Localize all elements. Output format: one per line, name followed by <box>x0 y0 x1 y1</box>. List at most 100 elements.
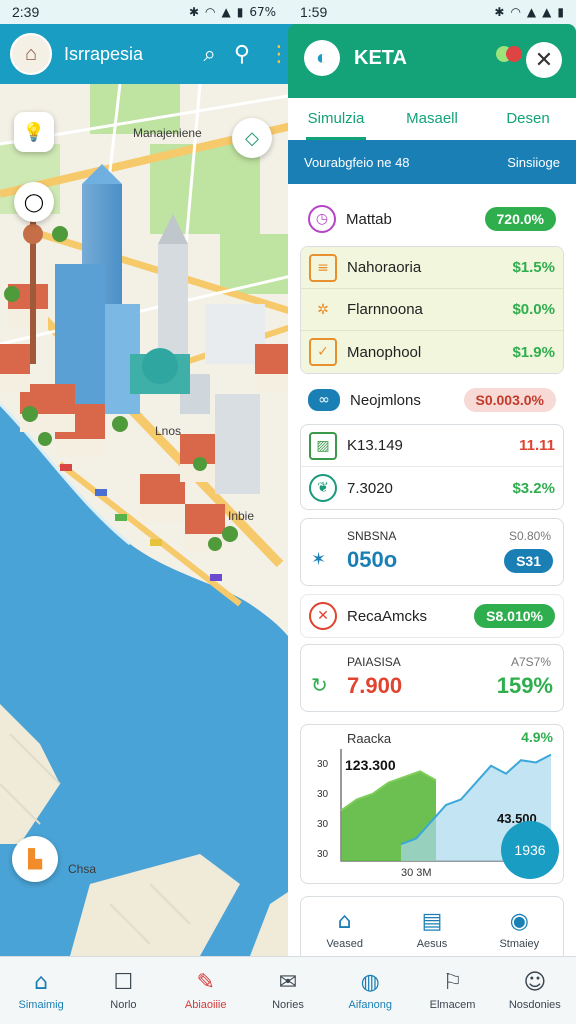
ticket-icon[interactable]: ◇ <box>232 118 272 158</box>
status-bar-right: 1:59 ✱ ◠ ▲ ▲ ▮ <box>288 0 576 24</box>
tab-desen[interactable]: Desen <box>480 98 576 140</box>
building-logo-icon[interactable]: ⌂ <box>10 33 52 75</box>
mini-nav-item[interactable]: ▤ Aesus <box>388 897 475 961</box>
nav-item-home[interactable]: ⌂ Simaimig <box>0 957 82 1024</box>
stats-group: ≡ Nahoraoria $1.5% ✲ Flarnnoona $0.0% ✓ … <box>300 246 564 374</box>
map-label-street: Lnos <box>155 424 182 438</box>
link-icon: ∞ <box>308 389 340 411</box>
status-badge: 720.0% <box>484 207 556 231</box>
nav-item-globe[interactable]: ◍ Aifanong <box>329 957 411 1024</box>
bluetooth-icon: ✱ <box>188 5 199 19</box>
battery-icon: ▮ <box>236 5 244 19</box>
panel-subbar[interactable]: Vourabgfeio ne 48 Sinsiioge <box>288 140 576 184</box>
refresh-icon: ↻ <box>311 673 328 697</box>
card-value: 050o <box>347 547 398 572</box>
card-value: 7.900 <box>347 673 403 698</box>
leaf-icon: ❦ <box>309 474 337 502</box>
y-tick-label: 30 <box>317 819 329 830</box>
row-label: Neojmlons <box>350 391 421 409</box>
tab-masaell[interactable]: Masaell <box>384 98 480 140</box>
row-value: $3.2% <box>512 479 555 497</box>
nav-item-pin[interactable]: ✎ Abiaoiiie <box>165 957 247 1024</box>
clock-icon: ◷ <box>308 205 336 233</box>
row-label: Nahoraoria <box>347 259 422 276</box>
status-bar-left: 2:39 ✱ ◠ ▲ ▮ 67% <box>0 0 288 24</box>
card-title: PAIASISA <box>347 655 401 669</box>
brand-logo-icon: ◐ <box>304 40 340 76</box>
list-icon: ≡ <box>309 253 337 282</box>
mini-nav: ⌂ Veased ▤ Aesus ◉ Stmaiey <box>300 896 564 962</box>
status-time-right: 1:59 <box>300 4 328 20</box>
gear-icon: ✲ <box>317 301 329 318</box>
nav-item-inbox[interactable]: ☐ Norlo <box>82 957 164 1024</box>
city-map[interactable]: Manajeniene Lnos Inbie Chsa 💡 ◯ ◇ ▙ <box>0 84 300 956</box>
brand-name: KETA <box>354 46 407 69</box>
battery-icon: ▮ <box>557 5 564 19</box>
nav-item-mail[interactable]: ✉ Nories <box>247 957 329 1024</box>
close-circle-icon: ✕ <box>309 602 337 630</box>
row-label: K13.149 <box>347 437 403 454</box>
subbar-right: Sinsiioge <box>507 154 560 170</box>
card-badge: S31 <box>504 549 553 573</box>
location-search-icon[interactable]: ⚲ <box>234 42 250 67</box>
signal-icon: ▲ <box>542 5 552 19</box>
more-icon[interactable]: ⋮ <box>268 42 290 67</box>
list-item[interactable]: ❦ 7.3020 $3.2% <box>301 467 563 509</box>
list-item[interactable]: ✓ Manophool $1.9% <box>301 331 563 373</box>
map-label-district: Manajeniene <box>133 126 202 140</box>
runner-icon: ⚐ <box>442 970 463 995</box>
list-item[interactable]: ≡ Nahoraoria $1.5% <box>301 247 563 289</box>
mail-icon: ✉ <box>278 970 298 995</box>
chart-card: Raacka 4.9% 30 30 30 30 123.300 43.500 30 3… <box>300 724 564 884</box>
panel-tabs: Simulzia Masaell Desen <box>288 98 576 140</box>
row-value: $1.9% <box>512 343 555 361</box>
row-label: Flarnnoona <box>347 301 423 318</box>
search-icon[interactable]: ⌕ <box>204 42 216 67</box>
list-item[interactable]: ✕ RecaAmcks S8.010% <box>300 594 564 638</box>
pin-icon: ✎ <box>196 970 215 995</box>
row-label: Mattab <box>346 210 392 228</box>
tab-simulzia[interactable]: Simulzia <box>288 98 384 140</box>
signal-icon: ▲ <box>221 5 231 19</box>
lightbulb-icon[interactable]: 💡 <box>14 112 54 152</box>
summary-card[interactable]: PAIASISA A7S7% ↻ 7.900 159% <box>300 644 564 712</box>
globe-icon: ◍ <box>360 970 380 995</box>
pair-card: ▨ K13.149 11.11 ❦ 7.3020 $3.2% <box>300 424 564 510</box>
status-badge: S0.003.0% <box>463 388 556 412</box>
row-label: 7.3020 <box>347 479 393 497</box>
card-percent: 159% <box>496 673 553 698</box>
nav-item-user[interactable]: ☺ Nosdonies <box>494 957 576 1024</box>
list-item[interactable]: ∞ Neojmlons S0.003.0% <box>300 380 564 420</box>
subbar-left: Vourabgfeio ne 48 <box>304 154 410 170</box>
layers-icon[interactable]: ▙ <box>12 836 58 882</box>
map-header: ⌂ Isrrapesia ⌕ ⚲ ⋮ <box>0 24 300 84</box>
status-dots-icon <box>496 44 524 64</box>
sparkle-icon: ✶ <box>311 549 327 570</box>
mini-nav-item[interactable]: ⌂ Veased <box>301 897 388 961</box>
list-item[interactable]: ◷ Mattab 720.0% <box>300 200 564 238</box>
home-icon: ⌂ <box>34 970 49 995</box>
list-item[interactable]: ✲ Flarnnoona $0.0% <box>301 289 563 331</box>
wifi-icon: ◠ <box>510 5 521 19</box>
bottom-nav: ⌂ Simaimig ☐ Norlo ✎ Abiaoiiie ✉ Nories … <box>0 956 576 1024</box>
side-panel: ◐ KETA ✕ Simulzia Masaell Desen Vourabgf… <box>288 24 576 962</box>
fab-button[interactable]: 1936 <box>501 821 559 879</box>
location-icon[interactable]: ◯ <box>14 182 54 222</box>
row-value: $0.0% <box>512 301 555 318</box>
app-title: Isrrapesia <box>64 43 144 64</box>
close-icon[interactable]: ✕ <box>526 42 562 78</box>
wifi-icon: ◠ <box>205 5 216 19</box>
panel-body: ◷ Mattab 720.0% ≡ Nahoraoria $1.5% ✲ Fla… <box>288 184 576 962</box>
row-value: 11.11 <box>519 437 555 454</box>
battery-percent: 67% <box>249 5 276 19</box>
home-icon: ⌂ <box>337 908 352 934</box>
chart-value-a: 123.300 <box>345 757 396 773</box>
card-title: SNBSNA <box>347 529 397 543</box>
summary-card[interactable]: SNBSNA S0.80% ✶ 050o S31 <box>300 518 564 586</box>
list-item[interactable]: ▨ K13.149 11.11 <box>301 425 563 467</box>
mini-nav-item[interactable]: ◉ Stmaiey <box>476 897 563 961</box>
card-subtitle: S0.80% <box>508 529 551 543</box>
signal-icon: ▲ <box>526 5 537 19</box>
chart-axis-label: 30 3M <box>401 867 432 879</box>
nav-item-runner[interactable]: ⚐ Elmacem <box>411 957 493 1024</box>
